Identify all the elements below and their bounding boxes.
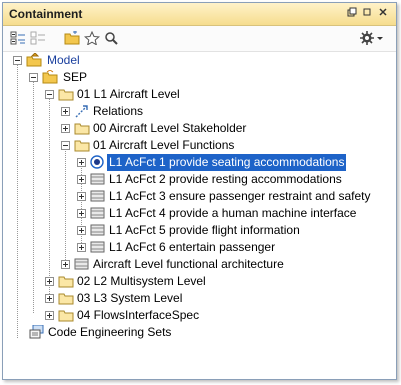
collapse-toggle[interactable] — [13, 56, 22, 65]
expand-toggle[interactable] — [45, 294, 54, 303]
package-icon — [42, 69, 58, 84]
tree-label: 02 L2 Multisystem Level — [77, 274, 206, 288]
expand-toggle[interactable] — [77, 175, 86, 184]
tree-item-functional-arch[interactable]: Aircraft Level functional architecture — [3, 256, 393, 273]
panel-title-bar: Containment — [3, 3, 396, 26]
function-icon — [74, 257, 90, 271]
tree-item-stakeholder[interactable]: 00 Aircraft Level Stakeholder — [3, 120, 393, 137]
float-icon[interactable] — [346, 7, 358, 19]
function-icon — [90, 206, 106, 220]
tree-label: Relations — [93, 104, 144, 118]
folder-icon — [74, 121, 90, 135]
tree-item-sep[interactable]: SEP — [3, 69, 393, 86]
expand-toggle[interactable] — [61, 260, 70, 269]
minimize-icon[interactable] — [361, 7, 373, 19]
tree-label: Code Engineering Sets — [48, 325, 172, 339]
tree-label: L1 AcFct 6 entertain passenger — [109, 240, 276, 254]
expand-toggle[interactable] — [77, 226, 86, 235]
folder-icon — [58, 274, 74, 288]
tree-item-l3[interactable]: 03 L3 System Level — [3, 290, 393, 307]
tree-item-l2[interactable]: 02 L2 Multisystem Level — [3, 273, 393, 290]
tree-label: L1 AcFct 4 provide a human machine inter… — [109, 206, 357, 220]
collapse-all-icon[interactable] — [9, 30, 27, 46]
open-folder-icon[interactable] — [63, 30, 81, 46]
tree-label: 00 Aircraft Level Stakeholder — [93, 121, 247, 135]
tree-label: L1 AcFct 1 provide seating accommodation… — [105, 153, 348, 172]
star-icon[interactable] — [83, 30, 101, 46]
collapse-toggle[interactable] — [29, 73, 38, 82]
function-icon — [90, 172, 106, 186]
tree-item-fn4[interactable]: L1 AcFct 4 provide a human machine inter… — [3, 205, 393, 222]
collapse-toggle[interactable] — [61, 141, 70, 150]
tree-label: L1 AcFct 5 provide flight information — [109, 223, 300, 237]
close-icon[interactable] — [377, 7, 389, 19]
tree-label: L1 AcFct 3 ensure passenger restraint an… — [109, 189, 371, 203]
containment-panel: Containment Model SEP 01 L1 Aircraft Lev… — [2, 2, 397, 380]
expand-toggle[interactable] — [77, 192, 86, 201]
panel-title: Containment — [9, 7, 83, 21]
expand-toggle[interactable] — [45, 277, 54, 286]
folder-icon — [58, 291, 74, 305]
expand-toggle[interactable] — [45, 311, 54, 320]
expand-toggle[interactable] — [77, 158, 86, 167]
tree-item-functions[interactable]: 01 Aircraft Level Functions — [3, 137, 393, 154]
containment-tree: Model SEP 01 L1 Aircraft Level Relations — [3, 52, 396, 379]
code-engineering-icon — [29, 324, 45, 339]
relations-icon — [74, 104, 90, 118]
tree-label: SEP — [63, 70, 88, 84]
tree-label: 01 Aircraft Level Functions — [93, 138, 235, 152]
tree-item-l1[interactable]: 01 L1 Aircraft Level — [3, 86, 393, 103]
model-icon — [26, 52, 42, 67]
tree-item-model[interactable]: Model — [3, 52, 393, 69]
expand-toggle[interactable] — [77, 209, 86, 218]
tree-label: 03 L3 System Level — [77, 291, 183, 305]
collapse-toggle[interactable] — [45, 90, 54, 99]
tree-item-relations[interactable]: Relations — [3, 103, 393, 120]
expand-toggle[interactable] — [77, 243, 86, 252]
folder-icon — [58, 87, 74, 101]
tree-item-fn6[interactable]: L1 AcFct 6 entertain passenger — [3, 239, 393, 256]
expand-all-icon — [29, 30, 47, 46]
tree-label: Aircraft Level functional architecture — [93, 257, 284, 271]
function-icon — [90, 240, 106, 254]
gear-menu-icon[interactable] — [360, 30, 384, 46]
tree-item-flows[interactable]: 04 FlowsInterfaceSpec — [3, 307, 393, 324]
expand-toggle[interactable] — [61, 107, 70, 116]
function-icon — [90, 189, 106, 203]
tree-label: 01 L1 Aircraft Level — [77, 87, 180, 101]
tree-label: 04 FlowsInterfaceSpec — [77, 308, 200, 322]
folder-icon — [58, 308, 74, 322]
toolbar — [3, 26, 396, 52]
tree-label: Model — [47, 53, 80, 67]
tree-label: L1 AcFct 2 provide resting accommodation… — [109, 172, 342, 186]
tree-item-fn3[interactable]: L1 AcFct 3 ensure passenger restraint an… — [3, 188, 393, 205]
tree-item-fn1[interactable]: L1 AcFct 1 provide seating accommodation… — [3, 153, 393, 172]
tree-item-fn2[interactable]: L1 AcFct 2 provide resting accommodation… — [3, 171, 393, 188]
folder-icon — [74, 138, 90, 152]
tree-item-code-sets[interactable]: Code Engineering Sets — [3, 324, 393, 341]
function-radio-icon — [90, 155, 106, 169]
tree-item-fn5[interactable]: L1 AcFct 5 provide flight information — [3, 222, 393, 239]
function-icon — [90, 223, 106, 237]
expand-toggle[interactable] — [61, 124, 70, 133]
search-icon[interactable] — [103, 30, 121, 46]
